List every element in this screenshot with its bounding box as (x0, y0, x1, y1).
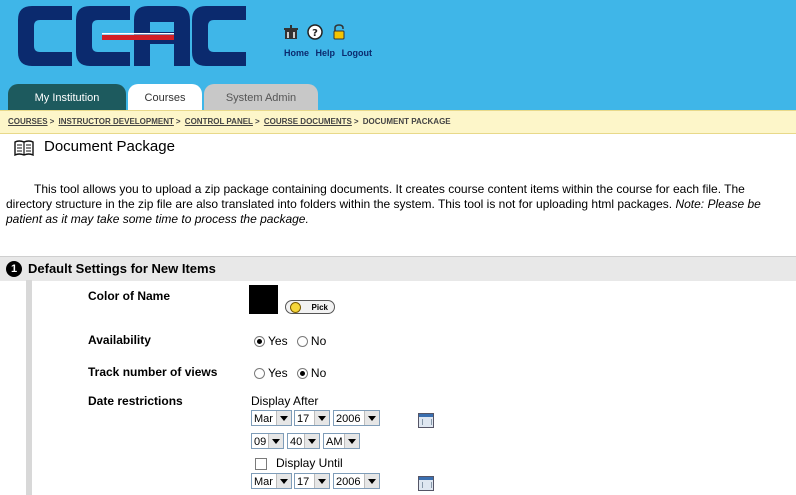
chevron-down-icon (276, 411, 291, 425)
chevron-down-icon (344, 434, 359, 448)
color-swatch (249, 285, 278, 314)
after-hour-select[interactable]: 09 (251, 433, 284, 449)
after-minute-select[interactable]: 40 (287, 433, 320, 449)
chevron-down-icon (276, 474, 291, 488)
availability-radio-group: Yes No (254, 334, 332, 348)
after-year-select[interactable]: 2006 (333, 410, 380, 426)
logout-link[interactable]: Logout (342, 48, 373, 58)
until-day-select[interactable]: 17 (294, 473, 330, 489)
availability-yes-radio[interactable] (254, 336, 265, 348)
date-restrictions-label: Date restrictions (88, 394, 183, 408)
pick-button-label: Pick (311, 303, 328, 312)
tab-my-institution[interactable]: My Institution (8, 84, 126, 110)
book-icon (14, 140, 34, 156)
track-views-yes-radio[interactable] (254, 368, 265, 380)
breadcrumb-separator: > (353, 117, 359, 126)
top-link-labels: Home Help Logout (284, 48, 376, 58)
until-month-value: Mar (254, 476, 273, 488)
tab-bar: My Institution Courses System Admin (0, 84, 796, 110)
track-views-radio-group: Yes No (254, 366, 332, 380)
breadcrumb-instructor-development[interactable]: INSTRUCTOR DEVELOPMENT (58, 117, 173, 126)
chevron-down-icon (364, 474, 379, 488)
after-month-value: Mar (254, 413, 273, 425)
track-views-label: Track number of views (88, 365, 218, 379)
ccac-logo[interactable] (18, 6, 246, 66)
breadcrumb-separator: > (254, 117, 260, 126)
chevron-down-icon (268, 434, 283, 448)
chevron-down-icon (304, 434, 319, 448)
help-icon[interactable]: ? (307, 24, 323, 40)
logout-icon[interactable] (331, 24, 347, 40)
availability-no-radio[interactable] (296, 336, 308, 348)
section-title: Default Settings for New Items (28, 261, 216, 276)
after-minute-value: 40 (290, 436, 303, 448)
section-divider (26, 280, 32, 495)
breadcrumb-course-documents[interactable]: COURSE DOCUMENTS (264, 117, 352, 126)
availability-yes-label: Yes (268, 334, 288, 348)
display-after-label: Display After (251, 394, 319, 408)
calendar-icon[interactable] (418, 413, 434, 428)
page-description: This tool allows you to upload a zip pac… (6, 182, 790, 227)
smiley-icon (290, 302, 301, 313)
breadcrumb: COURSES > INSTRUCTOR DEVELOPMENT > CONTROL… (0, 110, 796, 134)
display-until-label: Display Until (276, 456, 343, 470)
breadcrumb-separator: > (175, 117, 181, 126)
breadcrumb-control-panel[interactable]: CONTROL PANEL (185, 117, 253, 126)
after-ampm-select[interactable]: AM (323, 433, 360, 449)
header-banner: ? Home Help Logout (0, 0, 796, 84)
calendar-icon[interactable] (418, 476, 434, 491)
color-of-name-label: Color of Name (88, 289, 171, 303)
breadcrumb-current: DOCUMENT PACKAGE (362, 117, 451, 126)
breadcrumb-courses[interactable]: COURSES (8, 117, 48, 126)
display-until-checkbox[interactable] (255, 458, 267, 470)
until-year-select[interactable]: 2006 (333, 473, 380, 489)
after-day-select[interactable]: 17 (294, 410, 330, 426)
chevron-down-icon (314, 411, 329, 425)
svg-text:?: ? (312, 28, 318, 39)
section-header: 1 Default Settings for New Items (0, 256, 796, 281)
track-views-no-label: No (310, 366, 327, 380)
help-link[interactable]: Help (316, 48, 336, 58)
page-title: Document Package (44, 138, 175, 155)
after-year-value: 2006 (336, 413, 361, 425)
after-day-value: 17 (297, 413, 310, 425)
home-icon[interactable] (283, 24, 299, 40)
until-day-value: 17 (297, 476, 310, 488)
after-hour-value: 09 (254, 436, 267, 448)
after-ampm-value: AM (326, 436, 343, 448)
chevron-down-icon (364, 411, 379, 425)
pick-color-button[interactable]: Pick (285, 300, 335, 314)
availability-no-label: No (310, 334, 327, 348)
track-views-no-radio[interactable] (296, 368, 308, 380)
after-month-select[interactable]: Mar (251, 410, 292, 426)
availability-label: Availability (88, 333, 151, 347)
tab-courses[interactable]: Courses (128, 84, 202, 110)
until-month-select[interactable]: Mar (251, 473, 292, 489)
chevron-down-icon (314, 474, 329, 488)
home-link[interactable]: Home (284, 48, 309, 58)
track-views-yes-label: Yes (268, 366, 288, 380)
breadcrumb-separator: > (49, 117, 55, 126)
until-year-value: 2006 (336, 476, 361, 488)
description-text: This tool allows you to upload a zip pac… (6, 182, 745, 211)
step-number-badge: 1 (6, 261, 22, 277)
tab-system-admin[interactable]: System Admin (204, 84, 318, 110)
